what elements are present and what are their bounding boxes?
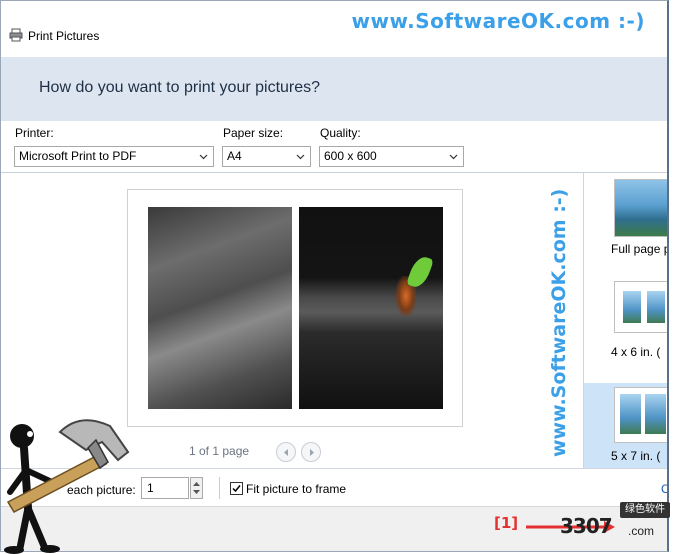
brand-suffix: .com xyxy=(628,524,655,538)
page-count: 1 of 1 page xyxy=(189,444,250,458)
previous-page-button[interactable] xyxy=(276,442,296,462)
stepper-arrows-icon xyxy=(193,482,200,494)
layout-label-full-page: Full page p xyxy=(611,242,669,256)
layout-thumb-4x6 xyxy=(614,281,667,333)
layout-list: Full page p 4 x 6 in. ( 5 x 7 in. ( xyxy=(583,173,669,468)
printer-select-value: Microsoft Print to PDF xyxy=(19,149,137,163)
page-title: How do you want to print your pictures? xyxy=(39,79,321,96)
divider xyxy=(1,172,667,173)
options-link[interactable]: O xyxy=(661,482,667,496)
window-title: Print Pictures xyxy=(28,29,100,43)
checkmark-icon xyxy=(232,485,241,493)
next-page-button[interactable] xyxy=(301,442,321,462)
preview-photo-rock xyxy=(148,207,292,409)
arrow-right-icon xyxy=(310,449,314,456)
annotation-marker: [1] xyxy=(494,514,519,532)
hammer-mascot-icon xyxy=(4,419,130,554)
printer-select[interactable]: Microsoft Print to PDF xyxy=(14,146,214,167)
options-separator xyxy=(219,477,220,499)
brand-logo: 3307 xyxy=(560,514,613,538)
layout-label-4x6: 4 x 6 in. ( xyxy=(611,345,661,359)
watermark-top: www.SoftwareOK.com :-) xyxy=(351,9,645,33)
preview-photo-dark xyxy=(299,207,443,409)
printer-label: Printer: xyxy=(15,126,54,140)
paper-size-select[interactable]: A4 xyxy=(222,146,311,167)
watermark-side: www.SoftwareOK.com :-) xyxy=(548,189,570,457)
paper-size-value: A4 xyxy=(227,149,242,163)
fit-picture-label[interactable]: Fit picture to frame xyxy=(246,482,346,496)
layout-item-5x7[interactable]: 5 x 7 in. ( xyxy=(584,383,667,468)
layout-thumb-5x7 xyxy=(614,387,667,443)
chevron-down-icon xyxy=(449,154,458,160)
watermark-side-text: www.SoftwareOK.com :-) xyxy=(548,189,570,457)
chevron-down-icon xyxy=(296,154,305,160)
arrow-left-icon xyxy=(284,449,288,456)
printer-icon xyxy=(9,28,23,42)
layout-item-4x6[interactable]: 4 x 6 in. ( xyxy=(584,273,667,359)
quality-value: 600 x 600 xyxy=(324,149,377,163)
brand-tag: 绿色软件 xyxy=(620,502,670,518)
layout-item-full-page[interactable]: Full page p xyxy=(584,173,669,259)
copies-stepper[interactable] xyxy=(190,477,203,499)
paper-size-label: Paper size: xyxy=(223,126,284,140)
layout-label-5x7: 5 x 7 in. ( xyxy=(611,449,661,463)
layout-thumb-full-page xyxy=(614,179,667,237)
fit-picture-checkbox[interactable] xyxy=(230,482,243,495)
chevron-down-icon xyxy=(199,154,208,160)
quality-select[interactable]: 600 x 600 xyxy=(319,146,464,167)
copies-input[interactable]: 1 xyxy=(141,477,189,499)
quality-label: Quality: xyxy=(320,126,361,140)
